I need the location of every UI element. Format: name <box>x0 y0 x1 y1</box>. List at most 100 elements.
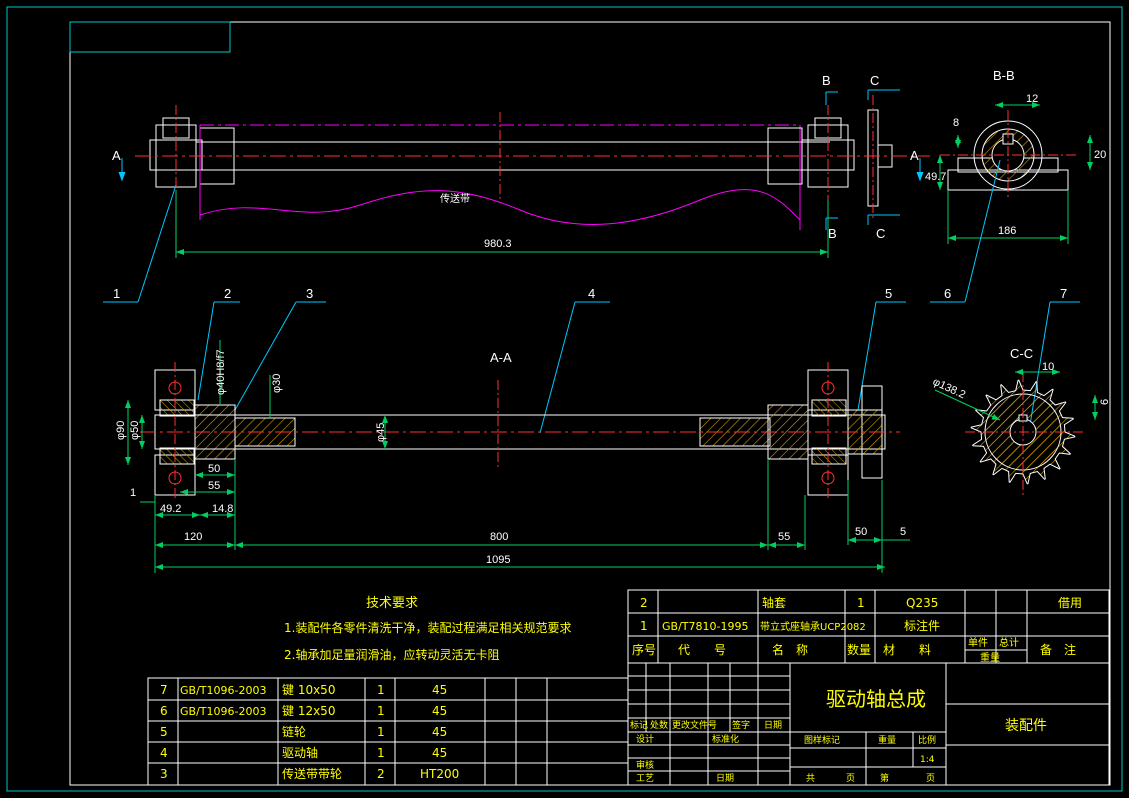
bom7-qty: 1 <box>377 683 385 697</box>
aa-dim-120: 120 <box>184 531 202 543</box>
tb-designer: 设计 <box>636 733 654 745</box>
aa-dim-50d: φ50 <box>129 421 141 440</box>
bom1-no: 1 <box>640 619 648 633</box>
cc-dim-138: φ138.2 <box>931 376 967 402</box>
bom5-name: 链轮 <box>282 724 306 739</box>
bom7-no: 7 <box>160 683 168 697</box>
bb-title: B-B <box>993 68 1015 83</box>
bom6-qty: 1 <box>377 704 385 718</box>
tb-rev-mark: 标记 <box>630 719 648 731</box>
tb-rev-date: 日期 <box>764 720 782 731</box>
cc-dim-10: 10 <box>1042 361 1054 373</box>
bom-h-no: 序号 <box>632 642 656 657</box>
aa-dim-30: φ30 <box>271 374 283 393</box>
tb-process: 工艺 <box>636 773 654 784</box>
belt-label: 传送带 <box>440 192 470 205</box>
tb-weight: 重量 <box>878 734 896 746</box>
tb-standardize: 标准化 <box>712 733 739 745</box>
bom-h-weight: 重量 <box>980 651 1000 664</box>
cc-dim-6: 6 <box>1099 399 1111 405</box>
balloon-1: 1 <box>113 286 120 301</box>
bom5-no: 5 <box>160 725 168 739</box>
aa-dim-1: 1 <box>130 487 136 499</box>
bom-h-qty: 数量 <box>847 642 871 657</box>
tb-review: 审核 <box>636 759 654 771</box>
bom7-code: GB/T1096-2003 <box>180 684 266 697</box>
aa-dim-50b: 50 <box>855 526 867 538</box>
bom3-material: HT200 <box>420 767 459 781</box>
tb-rev-doc: 更改文件号 <box>672 719 717 731</box>
section-c-bottom: C <box>876 226 885 241</box>
tb-page: 页 <box>926 773 935 784</box>
aa-dim-55b: 55 <box>778 531 790 543</box>
bom6-no: 6 <box>160 704 168 718</box>
balloon-2: 2 <box>224 286 231 301</box>
balloon-7: 7 <box>1060 286 1067 301</box>
bom1-name: 带立式座轴承UCP2082 <box>760 620 866 633</box>
bom4-material: 45 <box>432 746 447 760</box>
engineering-drawing: A A B B C C 传送带 980.3 B-B 12 8 49.7 20 1… <box>6 6 1123 792</box>
bom-h-unit-weight: 单件 <box>968 637 988 649</box>
bb-dim-186: 186 <box>998 225 1016 237</box>
bb-view <box>940 110 1078 200</box>
dim-980-label: 980.3 <box>484 238 512 250</box>
drawing-type: 装配件 <box>1005 718 1047 734</box>
bom-h-code: 代 号 <box>678 643 726 657</box>
bom4-qty: 1 <box>377 746 385 760</box>
balloon-3: 3 <box>306 286 313 301</box>
bom4-name: 驱动轴 <box>282 745 318 760</box>
bom7-name: 键 10x50 <box>282 683 335 697</box>
bom2-qty: 1 <box>857 596 865 610</box>
bom2-no: 2 <box>640 596 648 610</box>
balloon-6: 6 <box>944 286 951 301</box>
bom3-name: 传送带带轮 <box>282 766 342 781</box>
aa-dim-90: φ90 <box>115 421 127 440</box>
bom5-qty: 1 <box>377 725 385 739</box>
aa-dim-55a: 55 <box>208 480 220 492</box>
notes-line-1: 1.装配件各零件清洗干净，装配过程满足相关规范要求 <box>284 620 571 635</box>
tb-scale-label: 比例 <box>918 734 936 746</box>
drawing-name: 驱动轴总成 <box>826 687 926 711</box>
bom6-code: GB/T1096-2003 <box>180 705 266 718</box>
section-a-right: A <box>910 148 919 163</box>
tb-total: 共 <box>806 773 815 784</box>
aa-title: A-A <box>490 350 512 365</box>
section-a-left: A <box>112 148 121 163</box>
bom2-remark: 借用 <box>1058 596 1082 610</box>
cc-view <box>965 372 1085 495</box>
bb-dim-20: 20 <box>1094 149 1106 161</box>
bom2-name: 轴套 <box>762 595 786 610</box>
bom2-material: Q235 <box>906 596 938 610</box>
bom4-no: 4 <box>160 746 168 760</box>
tb-scale: 1:4 <box>920 755 935 765</box>
section-b-top: B <box>822 73 831 88</box>
bom-h-material: 材 料 <box>883 643 931 657</box>
title-block-labels: 标记 处数 更改文件号 签字 日期 设计 标准化 审核 工艺 日期 图样标记 重… <box>630 719 936 784</box>
aa-dim-40: φ40H8/f7 <box>215 349 227 395</box>
bom3-qty: 2 <box>377 767 385 781</box>
bb-dim-8: 8 <box>953 117 959 129</box>
aa-dim-45: φ45 <box>375 423 387 442</box>
corner-box <box>69 21 231 53</box>
bom-h-remark: 备 注 <box>1040 642 1076 657</box>
bb-dim-49: 49.7 <box>925 171 946 183</box>
aa-dim-49-2: 49.2 <box>160 503 181 515</box>
aa-dim-14-8: 14.8 <box>212 503 233 515</box>
aa-dim-50: 50 <box>208 463 220 475</box>
tb-rev-sign: 签字 <box>732 719 750 731</box>
bom-lower-rows: 7 GB/T1096-2003 键 10x50 1 45 6 GB/T1096-… <box>160 683 459 781</box>
balloon-4: 4 <box>588 286 595 301</box>
bom6-material: 45 <box>432 704 447 718</box>
cc-title: C-C <box>1010 346 1033 361</box>
bb-dim-12: 12 <box>1026 93 1038 105</box>
aa-dim-1095: 1095 <box>486 554 510 566</box>
inner-frame <box>69 21 1111 786</box>
bom6-name: 键 12x50 <box>282 704 335 718</box>
balloon-5: 5 <box>885 286 892 301</box>
bom3-no: 3 <box>160 767 168 781</box>
notes-title: 技术要求 <box>366 596 418 611</box>
bom-h-total-weight: 总计 <box>999 636 1019 649</box>
top-view <box>135 95 930 230</box>
aa-dim-800: 800 <box>490 531 508 543</box>
notes-line-2: 2.轴承加足量润滑油，应转动灵活无卡阻 <box>284 647 499 662</box>
